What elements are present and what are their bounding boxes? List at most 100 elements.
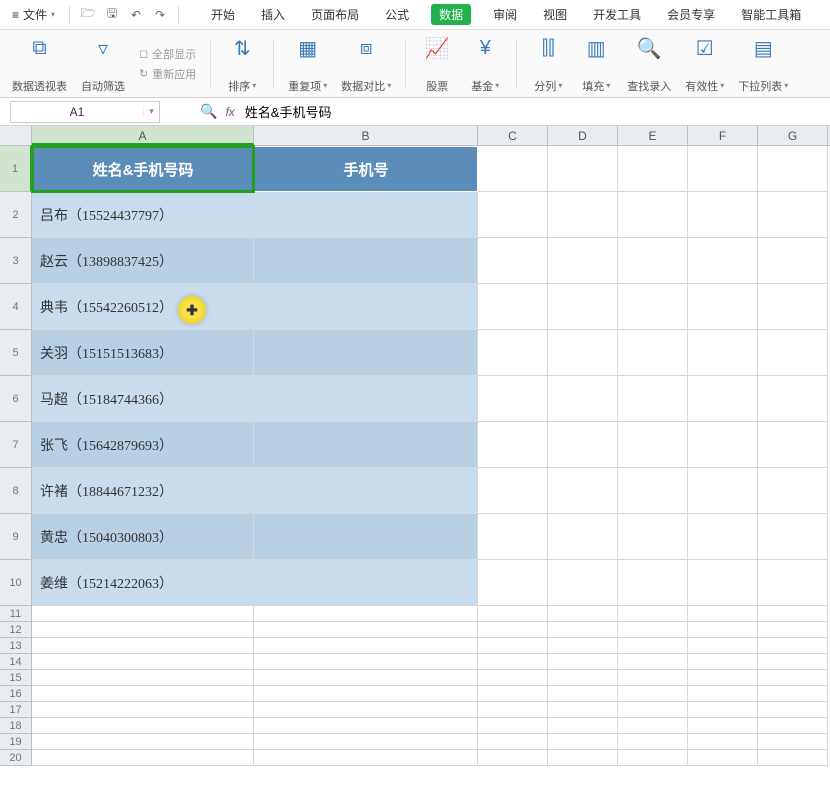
- cell[interactable]: [758, 284, 828, 330]
- row-header[interactable]: 11: [0, 606, 32, 622]
- cell[interactable]: [758, 670, 828, 686]
- cell[interactable]: [548, 468, 618, 514]
- cell[interactable]: [618, 734, 688, 750]
- row-header[interactable]: 9: [0, 514, 32, 560]
- cell[interactable]: [758, 606, 828, 622]
- row-header[interactable]: 10: [0, 560, 32, 606]
- cell[interactable]: [688, 734, 758, 750]
- dedup-button[interactable]: ▦ 重复项▾: [284, 34, 331, 94]
- cell[interactable]: [688, 670, 758, 686]
- cell[interactable]: [478, 718, 548, 734]
- cell[interactable]: [618, 192, 688, 238]
- cell[interactable]: [758, 734, 828, 750]
- row-header[interactable]: 4: [0, 284, 32, 330]
- cell[interactable]: [478, 376, 548, 422]
- cell[interactable]: [254, 560, 478, 606]
- cell[interactable]: [478, 686, 548, 702]
- cell[interactable]: [758, 468, 828, 514]
- row-header[interactable]: 13: [0, 638, 32, 654]
- cell[interactable]: 赵云（13898837425）: [32, 238, 254, 284]
- cell[interactable]: [32, 750, 254, 766]
- cell[interactable]: [548, 146, 618, 192]
- cell[interactable]: [548, 284, 618, 330]
- cell[interactable]: [32, 654, 254, 670]
- reapply-button[interactable]: ↻重新应用: [139, 66, 196, 82]
- cell[interactable]: [254, 686, 478, 702]
- save-icon[interactable]: 🖫: [102, 5, 122, 25]
- cell[interactable]: [688, 654, 758, 670]
- cell[interactable]: [478, 146, 548, 192]
- row-header[interactable]: 2: [0, 192, 32, 238]
- tab-layout[interactable]: 页面布局: [307, 4, 363, 25]
- cell[interactable]: [548, 686, 618, 702]
- col-header-b[interactable]: B: [254, 126, 478, 145]
- cell[interactable]: [548, 376, 618, 422]
- cell[interactable]: [548, 560, 618, 606]
- cell[interactable]: [688, 146, 758, 192]
- cell[interactable]: [618, 606, 688, 622]
- cell[interactable]: [688, 422, 758, 468]
- row-header[interactable]: 14: [0, 654, 32, 670]
- tab-start[interactable]: 开始: [207, 4, 239, 25]
- cell[interactable]: [618, 702, 688, 718]
- cell[interactable]: [688, 686, 758, 702]
- cell[interactable]: [688, 750, 758, 766]
- cell[interactable]: [758, 702, 828, 718]
- cell[interactable]: [548, 702, 618, 718]
- cell[interactable]: [758, 654, 828, 670]
- cell[interactable]: [254, 654, 478, 670]
- row-header[interactable]: 16: [0, 686, 32, 702]
- cell[interactable]: [618, 422, 688, 468]
- cell[interactable]: [618, 686, 688, 702]
- cell[interactable]: 吕布（15524437797）: [32, 192, 254, 238]
- col-header-c[interactable]: C: [478, 126, 548, 145]
- cell[interactable]: [618, 654, 688, 670]
- cell[interactable]: [478, 284, 548, 330]
- cell[interactable]: [618, 146, 688, 192]
- cell[interactable]: [618, 238, 688, 284]
- cell[interactable]: [618, 638, 688, 654]
- cell[interactable]: [688, 192, 758, 238]
- cell[interactable]: [758, 376, 828, 422]
- row-header[interactable]: 19: [0, 734, 32, 750]
- cell[interactable]: [254, 330, 478, 376]
- cell[interactable]: [32, 734, 254, 750]
- cell[interactable]: [32, 702, 254, 718]
- cell[interactable]: [758, 192, 828, 238]
- cell[interactable]: [32, 638, 254, 654]
- tab-vip[interactable]: 会员专享: [663, 4, 719, 25]
- cell[interactable]: [618, 718, 688, 734]
- filter-button[interactable]: ▿ 自动筛选: [77, 34, 129, 94]
- row-header[interactable]: 6: [0, 376, 32, 422]
- lookup-button[interactable]: 🔍 查找录入: [623, 34, 675, 94]
- cell[interactable]: [478, 468, 548, 514]
- col-header-e[interactable]: E: [618, 126, 688, 145]
- tab-data[interactable]: 数据: [431, 4, 471, 25]
- cell[interactable]: [32, 670, 254, 686]
- cell[interactable]: [618, 622, 688, 638]
- cell[interactable]: [688, 330, 758, 376]
- cell[interactable]: [478, 560, 548, 606]
- cell[interactable]: [758, 560, 828, 606]
- cell[interactable]: [688, 702, 758, 718]
- tab-dev[interactable]: 开发工具: [589, 4, 645, 25]
- cell[interactable]: [758, 638, 828, 654]
- cell[interactable]: 姜维（15214222063）: [32, 560, 254, 606]
- cell[interactable]: [478, 638, 548, 654]
- cell[interactable]: [254, 622, 478, 638]
- cell[interactable]: [758, 238, 828, 284]
- col-header-d[interactable]: D: [548, 126, 618, 145]
- cell[interactable]: [618, 468, 688, 514]
- cell[interactable]: 马超（15184744366）: [32, 376, 254, 422]
- cell[interactable]: 张飞（15642879693）: [32, 422, 254, 468]
- cell[interactable]: [688, 718, 758, 734]
- row-header[interactable]: 5: [0, 330, 32, 376]
- formula-input[interactable]: [243, 102, 643, 121]
- dropdown-list-button[interactable]: ▤ 下拉列表▾: [734, 34, 792, 94]
- cell[interactable]: [32, 606, 254, 622]
- cell[interactable]: [478, 654, 548, 670]
- show-all-button[interactable]: ◻全部显示: [139, 46, 196, 62]
- cell[interactable]: [478, 750, 548, 766]
- cell[interactable]: [548, 330, 618, 376]
- cell-b1[interactable]: 手机号: [254, 146, 478, 192]
